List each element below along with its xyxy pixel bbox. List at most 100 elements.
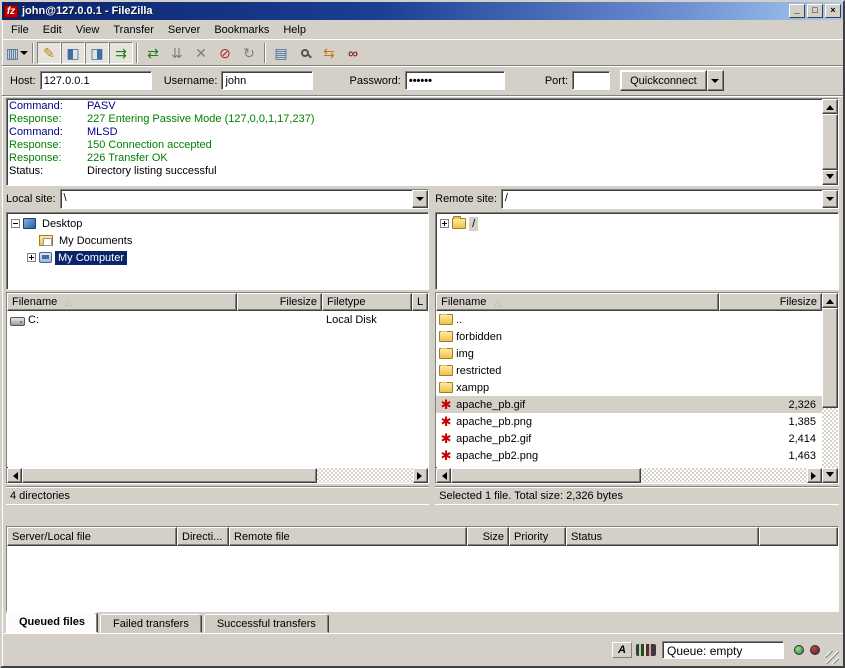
menu-view[interactable]: View	[69, 21, 107, 39]
local-site-dropdown-button[interactable]	[412, 190, 428, 208]
column-header-server-local-file[interactable]: Server/Local file	[7, 527, 177, 546]
toggle-queue-button[interactable]: ⇉	[109, 42, 133, 64]
scroll-right-icon[interactable]	[413, 468, 428, 483]
remote-site-dropdown-button[interactable]	[822, 190, 838, 208]
process-queue-button[interactable]: ⇊	[165, 42, 189, 64]
scroll-up-icon[interactable]	[822, 99, 838, 114]
column-header-priority[interactable]: Priority	[509, 527, 566, 546]
disconnect-button[interactable]: ⊘	[213, 42, 237, 64]
menu-transfer[interactable]: Transfer	[106, 21, 161, 39]
sort-ascending-icon: △	[65, 297, 72, 308]
port-input[interactable]	[572, 71, 610, 90]
tree-expander-plus[interactable]	[440, 219, 449, 228]
column-header-status[interactable]: Status	[566, 527, 759, 546]
toggle-local-tree-button[interactable]: ◧	[61, 42, 85, 64]
file-row[interactable]: img	[436, 345, 822, 362]
tree-item-label[interactable]: Desktop	[39, 217, 85, 231]
file-row-selected[interactable]: ✱apache_pb.gif 2,326	[436, 396, 822, 413]
file-row[interactable]: ✱apache_pb.png 1,385	[436, 413, 822, 430]
scroll-down-icon[interactable]	[822, 468, 838, 483]
file-row[interactable]: ✱apache_pb2.png 1,463	[436, 447, 822, 464]
resize-grip[interactable]	[826, 651, 839, 664]
scroll-down-icon[interactable]	[822, 170, 838, 185]
tree-item-my-documents[interactable]: My Documents	[8, 232, 427, 249]
tree-item-root[interactable]: /	[437, 215, 837, 232]
refresh-button[interactable]: ⇄	[141, 42, 165, 64]
toggle-log-button[interactable]: ✎	[37, 42, 61, 64]
log-scrollbar[interactable]	[822, 99, 838, 185]
menu-file[interactable]: File	[4, 21, 36, 39]
local-horizontal-scrollbar[interactable]	[7, 468, 428, 483]
file-row[interactable]: forbidden	[436, 328, 822, 345]
menu-edit[interactable]: Edit	[36, 21, 69, 39]
site-manager-button[interactable]: ▥	[5, 42, 29, 64]
column-header-filesize[interactable]: Filesize	[719, 293, 822, 311]
column-label: Priority	[514, 531, 548, 543]
tab-queued-files[interactable]: Queued files	[6, 612, 98, 633]
tree-item-label[interactable]: My Documents	[56, 234, 135, 248]
password-input[interactable]	[405, 71, 505, 90]
tree-item-my-computer[interactable]: My Computer	[8, 249, 427, 266]
scrollbar-thumb[interactable]	[822, 308, 838, 408]
cancel-button[interactable]: ✕	[189, 42, 213, 64]
column-header-filename[interactable]: Filename △	[436, 293, 719, 311]
site-manager-dropdown-icon[interactable]	[20, 51, 28, 59]
remote-site-value[interactable]: /	[502, 190, 822, 208]
file-row[interactable]: ..	[436, 311, 822, 328]
minimize-button[interactable]: _	[789, 4, 805, 18]
tree-expander-minus[interactable]	[11, 219, 20, 228]
filter-button[interactable]: ▤	[269, 42, 293, 64]
file-row[interactable]: xampp	[436, 379, 822, 396]
remote-vertical-scrollbar[interactable]	[822, 293, 838, 483]
column-label: Directi...	[182, 531, 222, 543]
menu-help[interactable]: Help	[276, 21, 313, 39]
tree-expander-plus[interactable]	[27, 253, 36, 262]
scroll-left-icon[interactable]	[436, 468, 451, 483]
scrollbar-thumb[interactable]	[451, 468, 641, 483]
column-header-filetype[interactable]: Filetype	[322, 293, 412, 311]
file-row[interactable]: ✱apache_pb2_ani.gif 2,160	[436, 464, 822, 467]
local-site-combo[interactable]: \	[60, 189, 430, 209]
directory-comparison-button[interactable]: ⇆	[317, 42, 341, 64]
synchronized-browsing-button[interactable]: ∞	[341, 42, 365, 64]
maximize-button[interactable]: □	[807, 4, 823, 18]
remote-horizontal-scrollbar[interactable]	[436, 468, 822, 483]
reconnect-button[interactable]: ↻	[237, 42, 261, 64]
quickconnect-button[interactable]: Quickconnect	[620, 70, 707, 91]
scroll-right-icon[interactable]	[807, 468, 822, 483]
menu-bookmarks[interactable]: Bookmarks	[207, 21, 276, 39]
folder-icon	[439, 331, 453, 342]
scrollbar-track[interactable]	[822, 408, 838, 468]
file-row[interactable]: ✱apache_pb2.gif 2,414	[436, 430, 822, 447]
remote-site-combo[interactable]: /	[501, 189, 839, 209]
menu-server[interactable]: Server	[161, 21, 207, 39]
log-line-text: 227 Entering Passive Mode (127,0,0,1,17,…	[87, 113, 314, 126]
column-header-lastmodified[interactable]: L	[412, 293, 428, 311]
local-site-value[interactable]: \	[61, 190, 413, 208]
column-header-filename[interactable]: Filename △	[7, 293, 237, 311]
column-header-size[interactable]: Size	[467, 527, 509, 546]
column-header-remote-file[interactable]: Remote file	[229, 527, 467, 546]
column-header-filesize[interactable]: Filesize	[237, 293, 322, 311]
find-files-button[interactable]	[293, 42, 317, 64]
scrollbar-thumb[interactable]	[822, 114, 838, 170]
close-button[interactable]: ×	[825, 4, 841, 18]
column-header-direction[interactable]: Directi...	[177, 527, 229, 546]
host-input[interactable]	[40, 71, 152, 90]
tree-item-label[interactable]: /	[469, 217, 478, 231]
scroll-up-icon[interactable]	[822, 293, 838, 308]
tree-item-desktop[interactable]: Desktop	[8, 215, 427, 232]
tab-successful-transfers[interactable]: Successful transfers	[204, 614, 329, 633]
scrollbar-thumb[interactable]	[22, 468, 317, 483]
tree-item-label[interactable]: My Computer	[55, 251, 127, 265]
toggle-remote-tree-button[interactable]: ◨	[85, 42, 109, 64]
file-row-c-drive[interactable]: C: Local Disk	[7, 311, 428, 328]
remote-list-body: .. forbidden img	[436, 311, 822, 467]
tab-failed-transfers[interactable]: Failed transfers	[100, 614, 202, 633]
log-line-text: Directory listing successful	[87, 165, 217, 178]
quickconnect-dropdown-button[interactable]	[707, 70, 724, 91]
file-row[interactable]: restricted	[436, 362, 822, 379]
username-input[interactable]	[221, 71, 313, 90]
scroll-left-icon[interactable]	[7, 468, 22, 483]
queue-body[interactable]	[7, 546, 838, 611]
